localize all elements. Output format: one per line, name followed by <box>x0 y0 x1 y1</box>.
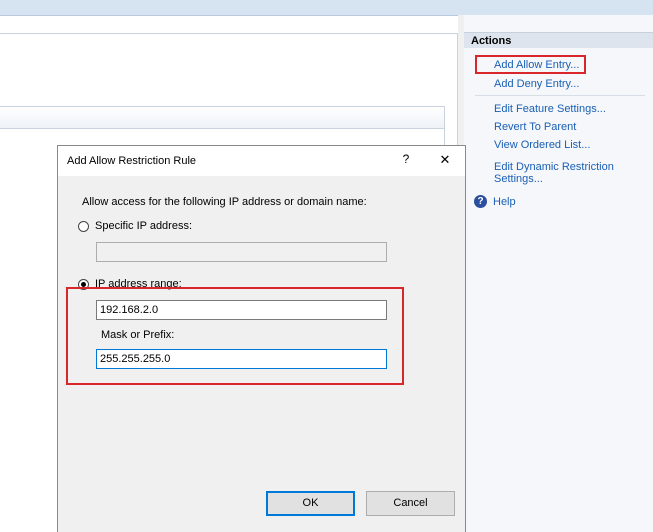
edit-dynamic-restriction-link[interactable]: Edit Dynamic Restriction Settings... <box>494 161 644 185</box>
actions-pane: Actions Add Allow Entry... Add Deny Entr… <box>464 15 653 532</box>
specific-ip-radio[interactable] <box>78 220 89 232</box>
dialog-titlebar: Add Allow Restriction Rule ? ✕ <box>58 146 465 176</box>
view-ordered-list-link[interactable]: View Ordered List... <box>494 139 590 151</box>
specific-ip-input[interactable] <box>96 242 387 262</box>
specific-ip-label: Specific IP address: <box>95 220 193 232</box>
revert-to-parent-link[interactable]: Revert To Parent <box>494 121 576 133</box>
list-header <box>0 106 444 129</box>
add-deny-entry-link[interactable]: Add Deny Entry... <box>494 78 579 90</box>
specific-ip-radio-row[interactable]: Specific IP address: <box>78 220 192 232</box>
help-icon[interactable]: ? <box>398 152 414 170</box>
dialog-title: Add Allow Restriction Rule <box>67 155 197 167</box>
help-link[interactable]: ? Help <box>474 195 516 208</box>
intro-text: Allow access for the following IP addres… <box>82 196 367 208</box>
close-icon[interactable]: ✕ <box>436 152 454 170</box>
highlight-box-ip-range <box>66 287 404 385</box>
actions-header: Actions <box>464 32 653 48</box>
ok-button[interactable]: OK <box>266 491 355 516</box>
cancel-button[interactable]: Cancel <box>366 491 455 516</box>
help-label: Help <box>493 195 516 208</box>
highlight-box-add-allow <box>475 55 586 74</box>
actions-separator <box>475 95 645 96</box>
question-circle-icon: ? <box>474 195 487 208</box>
edit-feature-settings-link[interactable]: Edit Feature Settings... <box>494 103 606 115</box>
top-strip <box>0 0 653 16</box>
